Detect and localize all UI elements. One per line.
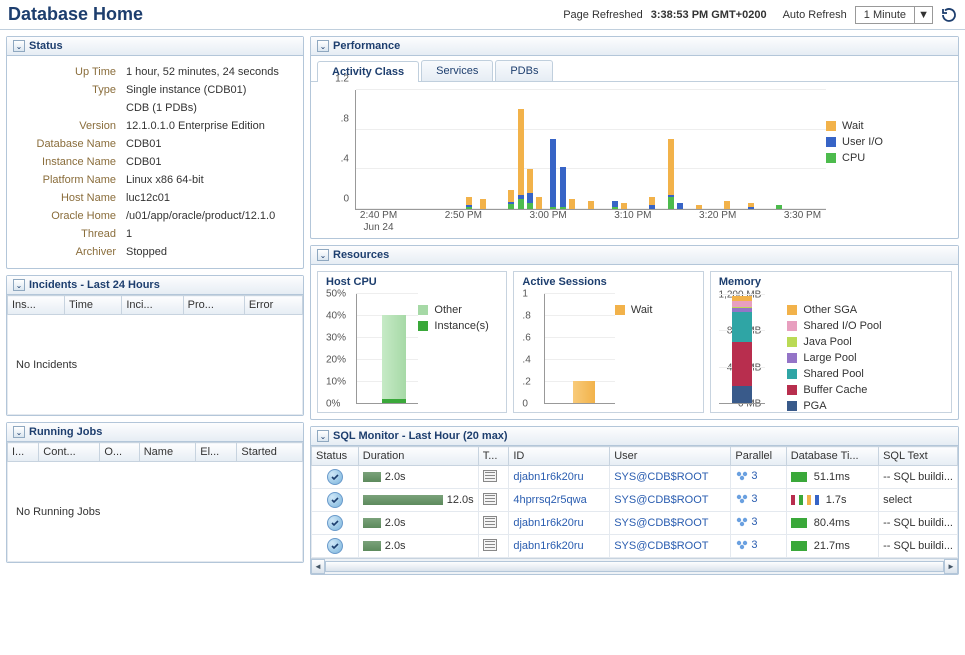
- sql-id-link[interactable]: djabn1r6k20ru: [513, 540, 583, 552]
- auto-refresh-label: Auto Refresh: [783, 9, 847, 21]
- column-header[interactable]: Database Ti...: [786, 447, 878, 466]
- column-header[interactable]: Pro...: [183, 296, 244, 315]
- column-header[interactable]: Ins...: [8, 296, 65, 315]
- column-header[interactable]: T...: [478, 447, 509, 466]
- collapse-icon[interactable]: ⌄: [317, 430, 329, 442]
- column-header[interactable]: Started: [237, 443, 303, 462]
- horizontal-scrollbar[interactable]: ◄ ►: [311, 558, 958, 574]
- collapse-icon[interactable]: ⌄: [317, 40, 329, 52]
- sql-user-link[interactable]: SYS@CDB$ROOT: [614, 517, 708, 529]
- column-header[interactable]: Duration: [358, 447, 478, 466]
- tab-activity-class[interactable]: Activity Class: [317, 61, 419, 82]
- collapse-icon[interactable]: ⌄: [317, 249, 329, 261]
- active-sessions-card: Active Sessions 0.2.4.6.81 Wait: [513, 271, 703, 413]
- jobs-empty: No Running Jobs: [8, 462, 303, 562]
- incidents-grid: Ins...TimeInci...Pro...Error No Incident…: [7, 295, 303, 415]
- collapse-icon[interactable]: ⌄: [13, 40, 25, 52]
- column-header[interactable]: User: [610, 447, 731, 466]
- table-row[interactable]: 2.0sdjabn1r6k20ruSYS@CDB$ROOT 3 80.4ms--…: [312, 512, 958, 535]
- memory-card: Memory 0 MB400 MB800 MB1,200 MB Other SG…: [710, 271, 952, 413]
- status-table: Up Time1 hour, 52 minutes, 24 seconds Ty…: [13, 62, 297, 262]
- column-header[interactable]: El...: [196, 443, 237, 462]
- legend-item: Wait: [826, 120, 946, 132]
- jobs-grid: I...Cont...O...NameEl...Started No Runni…: [7, 442, 303, 562]
- scrollbar-thumb[interactable]: [325, 561, 944, 572]
- page-refreshed-time: 3:38:53 PM GMT+0200: [651, 9, 767, 21]
- check-icon: [327, 469, 343, 485]
- scroll-left-icon[interactable]: ◄: [311, 559, 325, 574]
- sql-grid: StatusDurationT...IDUserParallelDatabase…: [311, 446, 958, 558]
- sql-type-icon: [483, 539, 497, 551]
- column-header[interactable]: Parallel: [731, 447, 786, 466]
- check-icon: [327, 515, 343, 531]
- sql-user-link[interactable]: SYS@CDB$ROOT: [614, 494, 708, 506]
- table-row[interactable]: 2.0sdjabn1r6k20ruSYS@CDB$ROOT 3 21.7ms--…: [312, 535, 958, 558]
- panel-title-jobs: Running Jobs: [29, 426, 102, 438]
- sql-user-link[interactable]: SYS@CDB$ROOT: [614, 540, 708, 552]
- performance-panel: ⌄ Performance Activity ClassServicesPDBs…: [310, 36, 959, 239]
- sql-id-link[interactable]: djabn1r6k20ru: [513, 517, 583, 529]
- panel-title-incidents: Incidents - Last 24 Hours: [29, 279, 160, 291]
- column-header[interactable]: Error: [244, 296, 302, 315]
- performance-chart: 0.4.81.2 2:40 PM2:50 PM3:00 PM3:10 PM3:2…: [323, 90, 826, 230]
- check-icon: [327, 538, 343, 554]
- sql-type-icon: [483, 493, 497, 505]
- panel-title-resources: Resources: [333, 249, 389, 261]
- parallel-icon[interactable]: 3: [735, 539, 757, 551]
- page-title: Database Home: [8, 4, 563, 25]
- table-row[interactable]: 12.0s4hprrsq2r5qwaSYS@CDB$ROOT 3 1.7ssel…: [312, 489, 958, 512]
- legend-item: CPU: [826, 152, 946, 164]
- legend-item: User I/O: [826, 136, 946, 148]
- resources-panel: ⌄ Resources Host CPU 0%10%20%30%40%50% O…: [310, 245, 959, 420]
- scroll-right-icon[interactable]: ►: [944, 559, 958, 574]
- column-header[interactable]: Time: [65, 296, 122, 315]
- column-header[interactable]: Inci...: [122, 296, 183, 315]
- auto-refresh-value: 1 Minute: [856, 7, 914, 23]
- incidents-empty: No Incidents: [8, 315, 303, 415]
- panel-title-status: Status: [29, 40, 63, 52]
- status-panel: ⌄ Status Up Time1 hour, 52 minutes, 24 s…: [6, 36, 304, 269]
- host-cpu-card: Host CPU 0%10%20%30%40%50% OtherInstance…: [317, 271, 507, 413]
- parallel-icon[interactable]: 3: [735, 493, 757, 505]
- tab-services[interactable]: Services: [421, 60, 493, 81]
- table-row[interactable]: 2.0sdjabn1r6k20ruSYS@CDB$ROOT 3 51.1ms--…: [312, 466, 958, 489]
- chevron-down-icon: ▼: [914, 7, 932, 23]
- column-header[interactable]: SQL Text: [879, 447, 958, 466]
- incidents-panel: ⌄ Incidents - Last 24 Hours Ins...TimeIn…: [6, 275, 304, 416]
- sql-monitor-panel: ⌄ SQL Monitor - Last Hour (20 max) Statu…: [310, 426, 959, 575]
- sql-type-icon: [483, 470, 497, 482]
- refresh-icon[interactable]: [941, 7, 957, 23]
- sql-id-link[interactable]: djabn1r6k20ru: [513, 471, 583, 483]
- column-header[interactable]: Status: [312, 447, 359, 466]
- column-header[interactable]: Name: [139, 443, 196, 462]
- panel-title-performance: Performance: [333, 40, 400, 52]
- sql-id-link[interactable]: 4hprrsq2r5qwa: [513, 494, 586, 506]
- page-refreshed-label: Page Refreshed: [563, 9, 643, 21]
- column-header[interactable]: I...: [8, 443, 39, 462]
- column-header[interactable]: O...: [100, 443, 139, 462]
- parallel-icon[interactable]: 3: [735, 516, 757, 528]
- check-icon: [327, 492, 343, 508]
- collapse-icon[interactable]: ⌄: [13, 279, 25, 291]
- auto-refresh-select[interactable]: 1 Minute ▼: [855, 6, 933, 24]
- sql-user-link[interactable]: SYS@CDB$ROOT: [614, 471, 708, 483]
- panel-title-sql: SQL Monitor - Last Hour (20 max): [333, 430, 508, 442]
- parallel-icon[interactable]: 3: [735, 470, 757, 482]
- sql-type-icon: [483, 516, 497, 528]
- collapse-icon[interactable]: ⌄: [13, 426, 25, 438]
- column-header[interactable]: Cont...: [39, 443, 100, 462]
- tab-pdbs[interactable]: PDBs: [495, 60, 553, 81]
- running-jobs-panel: ⌄ Running Jobs I...Cont...O...NameEl...S…: [6, 422, 304, 563]
- column-header[interactable]: ID: [509, 447, 610, 466]
